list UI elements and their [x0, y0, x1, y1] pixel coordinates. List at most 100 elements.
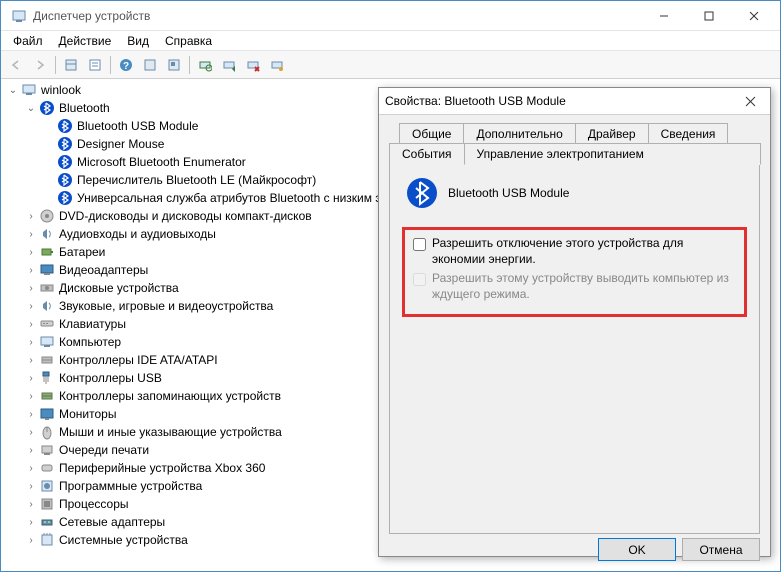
- category-icon: [39, 496, 55, 512]
- bluetooth-icon: [57, 172, 73, 188]
- menu-view[interactable]: Вид: [119, 32, 157, 50]
- expander-icon[interactable]: ›: [25, 246, 37, 258]
- tree-label: Сетевые адаптеры: [57, 515, 167, 529]
- help-icon[interactable]: ?: [115, 54, 137, 76]
- window-title: Диспетчер устройств: [33, 9, 641, 23]
- tab-events[interactable]: События: [389, 143, 465, 165]
- expander-icon[interactable]: ›: [25, 498, 37, 510]
- tree-label: Bluetooth: [57, 101, 112, 115]
- tb-icon[interactable]: [163, 54, 185, 76]
- menu-action[interactable]: Действие: [51, 32, 120, 50]
- ok-button[interactable]: OK: [598, 538, 676, 561]
- titlebar: Диспетчер устройств: [1, 1, 780, 31]
- checkbox-label: Разрешить этому устройству выводить комп…: [432, 271, 736, 302]
- tree-label: Батареи: [57, 245, 107, 259]
- expander-icon[interactable]: ›: [25, 372, 37, 384]
- expander-icon[interactable]: ›: [25, 426, 37, 438]
- expander-icon[interactable]: ›: [25, 480, 37, 492]
- expander-icon[interactable]: ⌄: [25, 102, 37, 114]
- category-icon: [39, 388, 55, 404]
- expander-icon[interactable]: ›: [25, 516, 37, 528]
- app-icon: [11, 8, 27, 24]
- expander-icon[interactable]: ›: [25, 444, 37, 456]
- dialog-titlebar: Свойства: Bluetooth USB Module: [379, 88, 770, 115]
- computer-icon: [21, 82, 37, 98]
- highlighted-options: Разрешить отключение этого устройства дл…: [402, 227, 747, 317]
- expander-icon[interactable]: ›: [25, 354, 37, 366]
- expander-spacer: [43, 138, 55, 150]
- tb-icon[interactable]: [139, 54, 161, 76]
- category-icon: [39, 298, 55, 314]
- expander-spacer: [43, 120, 55, 132]
- tree-label: Microsoft Bluetooth Enumerator: [75, 155, 248, 169]
- tree-label: DVD-дисководы и дисководы компакт-дисков: [57, 209, 314, 223]
- expander-icon[interactable]: ›: [25, 462, 37, 474]
- category-icon: [39, 442, 55, 458]
- bluetooth-icon: [57, 118, 73, 134]
- tab-details[interactable]: Сведения: [648, 123, 729, 144]
- category-icon: [39, 532, 55, 548]
- category-icon: [39, 514, 55, 530]
- bluetooth-icon: [39, 100, 55, 116]
- allow-wake-checkbox: Разрешить этому устройству выводить комп…: [413, 271, 736, 302]
- tree-label: Мыши и иные указывающие устройства: [57, 425, 284, 439]
- allow-power-off-checkbox[interactable]: Разрешить отключение этого устройства дл…: [413, 236, 736, 267]
- tree-label: Перечислитель Bluetooth LE (Майкрософт): [75, 173, 318, 187]
- category-icon: [39, 424, 55, 440]
- tab-power[interactable]: Управление электропитанием: [464, 143, 761, 165]
- bluetooth-icon: [57, 154, 73, 170]
- tab-advanced[interactable]: Дополнительно: [463, 123, 575, 144]
- forward-button[interactable]: [29, 54, 51, 76]
- close-button[interactable]: [731, 2, 776, 30]
- minimize-button[interactable]: [641, 2, 686, 30]
- uninstall-icon[interactable]: [242, 54, 264, 76]
- scan-hardware-icon[interactable]: [194, 54, 216, 76]
- expander-icon[interactable]: ›: [25, 318, 37, 330]
- tree-label: Аудиовходы и аудиовыходы: [57, 227, 218, 241]
- category-icon: [39, 460, 55, 476]
- tb-icon[interactable]: [84, 54, 106, 76]
- tab-content: Bluetooth USB Module Разрешить отключени…: [389, 164, 760, 534]
- expander-spacer: [43, 174, 55, 186]
- expander-icon[interactable]: ›: [25, 300, 37, 312]
- expander-icon[interactable]: ›: [25, 282, 37, 294]
- tree-label: Bluetooth USB Module: [75, 119, 200, 133]
- menu-file[interactable]: Файл: [5, 32, 51, 50]
- toolbar: ?: [1, 51, 780, 79]
- category-icon: [39, 316, 55, 332]
- tree-label: Designer Mouse: [75, 137, 166, 151]
- expander-icon[interactable]: ›: [25, 390, 37, 402]
- tab-driver[interactable]: Драйвер: [575, 123, 649, 144]
- tb-icon[interactable]: [266, 54, 288, 76]
- expander-icon[interactable]: ›: [25, 336, 37, 348]
- tree-label: Контроллеры запоминающих устройств: [57, 389, 283, 403]
- device-header: Bluetooth USB Module: [402, 177, 747, 209]
- menu-help[interactable]: Справка: [157, 32, 220, 50]
- update-driver-icon[interactable]: [218, 54, 240, 76]
- svg-text:?: ?: [123, 61, 129, 72]
- tree-label: Клавиатуры: [57, 317, 128, 331]
- expander-spacer: [43, 192, 55, 204]
- expander-icon[interactable]: ›: [25, 210, 37, 222]
- expander-icon[interactable]: ⌄: [7, 84, 19, 96]
- back-button[interactable]: [5, 54, 27, 76]
- category-icon: [39, 370, 55, 386]
- tab-general[interactable]: Общие: [399, 123, 464, 144]
- tree-label: Периферийные устройства Xbox 360: [57, 461, 267, 475]
- expander-icon[interactable]: ›: [25, 534, 37, 546]
- tree-label: Дисковые устройства: [57, 281, 181, 295]
- expander-icon[interactable]: ›: [25, 228, 37, 240]
- tree-label: Процессоры: [57, 497, 131, 511]
- maximize-button[interactable]: [686, 2, 731, 30]
- tree-label: Программные устройства: [57, 479, 204, 493]
- category-icon: [39, 406, 55, 422]
- checkbox-input[interactable]: [413, 238, 426, 251]
- cancel-button[interactable]: Отмена: [682, 538, 760, 561]
- expander-icon[interactable]: ›: [25, 408, 37, 420]
- tree-label: Контроллеры IDE ATA/ATAPI: [57, 353, 220, 367]
- dialog-close-button[interactable]: [736, 88, 764, 114]
- properties-dialog: Свойства: Bluetooth USB Module Общие Доп…: [378, 87, 771, 557]
- expander-icon[interactable]: ›: [25, 264, 37, 276]
- tb-icon[interactable]: [60, 54, 82, 76]
- bluetooth-icon: [406, 177, 438, 209]
